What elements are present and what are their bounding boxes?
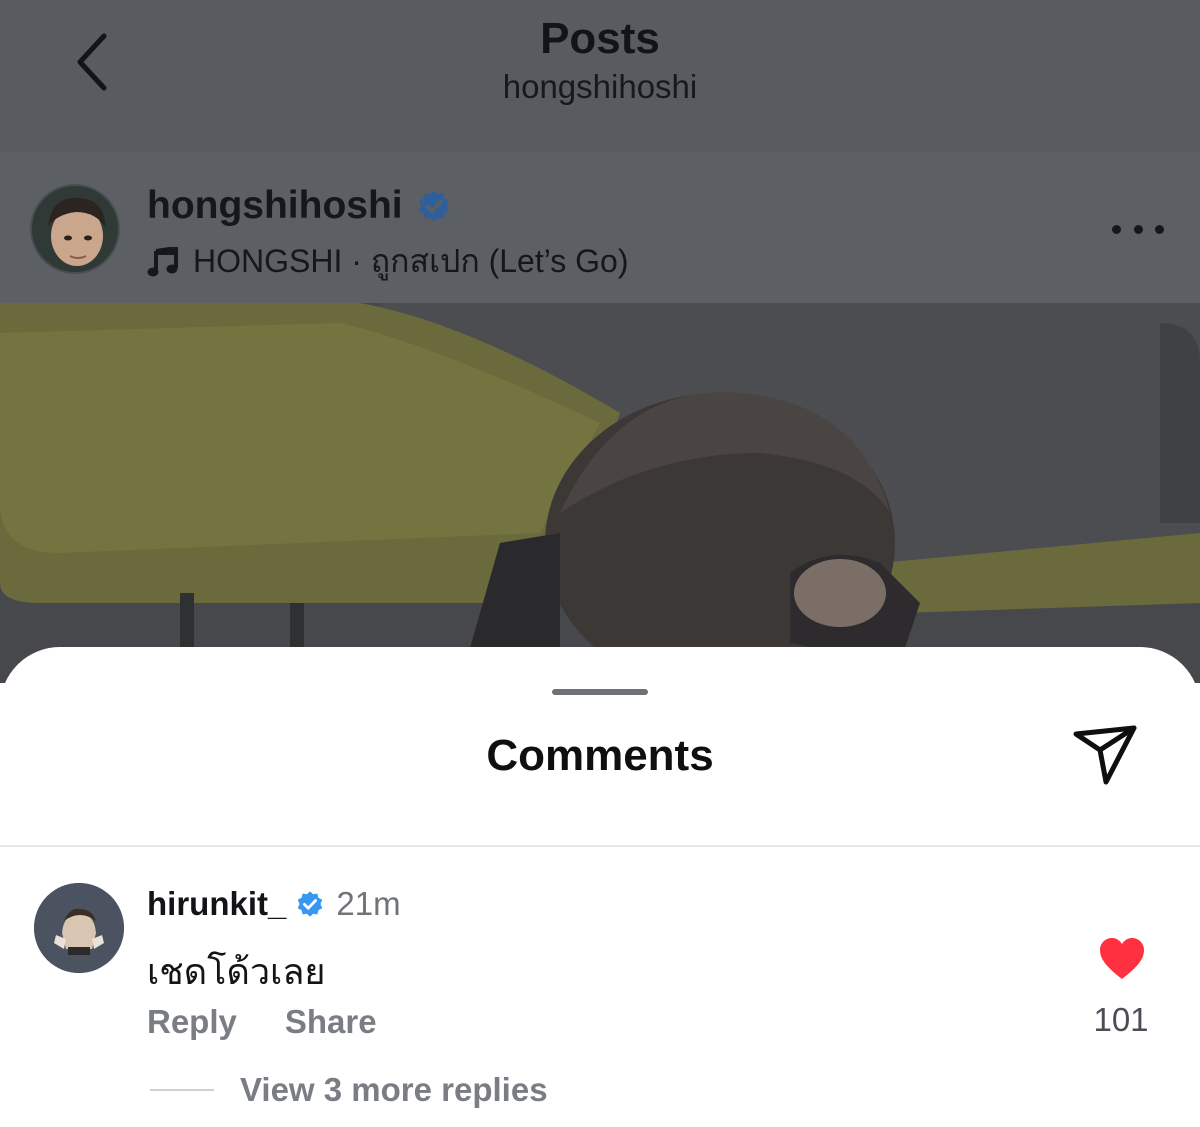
post-username-text: hongshihoshi — [147, 184, 403, 227]
comment-actions: Reply Share — [147, 1003, 377, 1041]
post-username[interactable]: hongshihoshi — [147, 184, 451, 228]
send-icon — [1073, 725, 1137, 785]
view-replies-button[interactable]: View 3 more replies — [240, 1071, 548, 1109]
page-title: Posts — [540, 14, 660, 63]
post-music[interactable]: HONGSHI · ถูกสเปก (Let’s Go) — [147, 236, 628, 287]
reply-button[interactable]: Reply — [147, 1003, 237, 1041]
avatar[interactable] — [30, 184, 120, 274]
comment-header: hirunkit_ 21m — [147, 885, 401, 923]
comment-text: เชดโด้วเลย — [147, 951, 326, 992]
comment-item: hirunkit_ 21m เชดโด้วเลย Reply Share 101… — [0, 847, 1200, 1127]
avatar-image — [32, 186, 118, 272]
page-subtitle: hongshihoshi — [502, 68, 698, 105]
post-image[interactable] — [0, 303, 1200, 683]
post-music-text: HONGSHI · ถูกสเปก (Let’s Go) — [193, 243, 629, 279]
more-options-button[interactable] — [1112, 214, 1164, 244]
like-button[interactable] — [1098, 937, 1146, 981]
comments-sheet: Comments hirunkit_ 21m เชดโด้วเลย Reply … — [0, 647, 1200, 1127]
music-note-icon — [147, 246, 178, 276]
heart-icon — [1100, 938, 1144, 979]
share-button[interactable]: Share — [285, 1003, 377, 1041]
comments-title: Comments — [486, 731, 714, 780]
comment-username[interactable]: hirunkit_ — [147, 885, 286, 923]
like-count: 101 — [1093, 1001, 1149, 1038]
post-photo — [0, 303, 1200, 683]
verified-badge-icon — [418, 190, 449, 222]
sheet-grabber[interactable] — [552, 689, 648, 695]
more-horizontal-icon — [1112, 224, 1121, 234]
comment-avatar-image — [34, 883, 124, 973]
share-post-button[interactable] — [1070, 722, 1142, 788]
top-bar: Posts hongshihoshi — [0, 0, 1200, 152]
comment-avatar[interactable] — [34, 883, 124, 973]
comment-timestamp: 21m — [336, 885, 401, 922]
replies-divider — [150, 1089, 214, 1091]
verified-badge-icon — [296, 890, 324, 918]
post-header: hongshihoshi HONGSHI · ถูกสเปก (Let’s Go… — [0, 152, 1200, 303]
